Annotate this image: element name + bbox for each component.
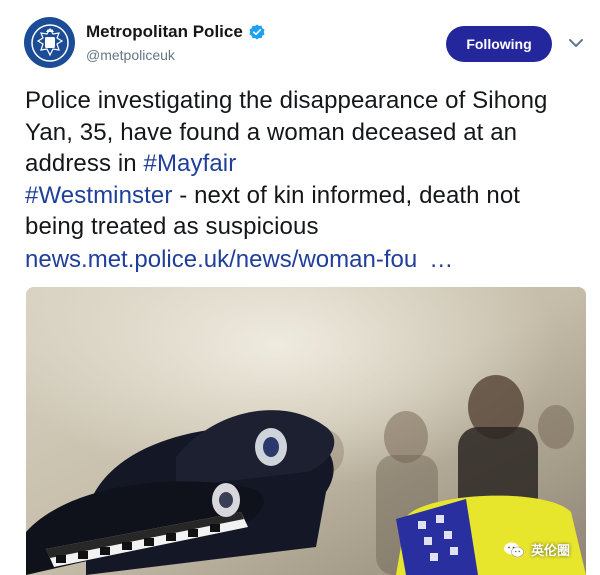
watermark: 英伦圈 (503, 540, 570, 559)
account-name-row: Metropolitan Police (86, 22, 265, 42)
following-button[interactable]: Following (446, 26, 552, 62)
watermark-text: 英伦圈 (530, 543, 570, 558)
tweet-link-url[interactable]: news.met.police.uk/news/woman-fou (25, 246, 417, 273)
hashtag-westminster[interactable]: #Westminster (25, 182, 172, 209)
chevron-down-icon[interactable] (568, 36, 584, 50)
photo-police-caps (26, 287, 586, 575)
tweet-text-body: Police investigating the disappearance o… (25, 87, 548, 177)
tweet-media-photo[interactable]: 英伦圈 (26, 287, 586, 575)
wechat-icon (503, 542, 524, 557)
account-handle[interactable]: @metpoliceuk (86, 47, 175, 63)
display-name[interactable]: Metropolitan Police (86, 22, 243, 42)
tweet-text: Police investigating the disappearance o… (25, 85, 585, 243)
tweet-card: Metropolitan Police @metpoliceuk Followi… (0, 0, 600, 575)
verified-badge-icon (249, 24, 265, 40)
met-police-crest-icon (30, 23, 69, 62)
tweet-link[interactable]: news.met.police.uk/news/woman-fou … (25, 246, 453, 274)
hashtag-mayfair[interactable]: #Mayfair (144, 150, 237, 177)
link-ellipsis: … (429, 246, 454, 273)
avatar[interactable] (24, 17, 75, 68)
